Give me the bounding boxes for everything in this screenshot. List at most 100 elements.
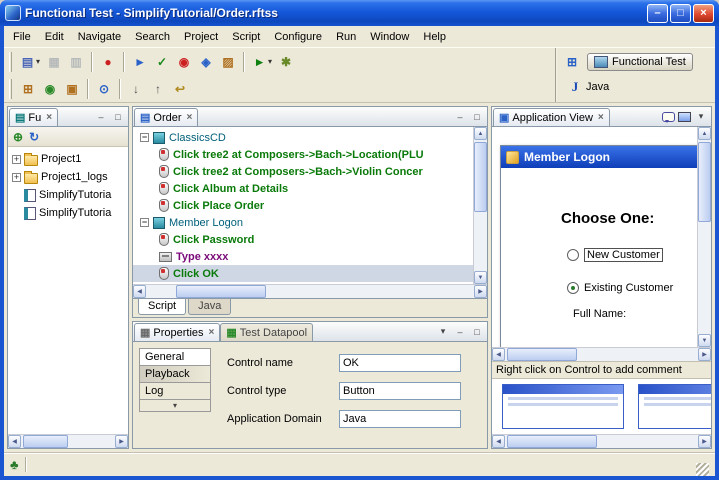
side-tab-playback[interactable]: Playback (139, 365, 211, 383)
menu-run[interactable]: Run (329, 28, 363, 46)
close-tab-icon[interactable]: × (187, 112, 193, 123)
tree-item-project1-logs[interactable]: + Project1_logs (10, 168, 126, 186)
scrollbar-thumb[interactable] (698, 142, 711, 222)
menu-search[interactable]: Search (128, 28, 177, 46)
script-statement[interactable]: Click Password (133, 231, 473, 248)
search-button[interactable]: ⊙ (93, 78, 115, 100)
new-script-wizard-button[interactable]: ▤▾ (17, 51, 43, 73)
tree-item-simplifytutorial[interactable]: SimplifyTutoria (10, 186, 126, 204)
open-perspective-button[interactable]: ⊞ (561, 51, 583, 73)
menu-configure[interactable]: Configure (267, 28, 329, 46)
script-statement[interactable]: Type xxxx (133, 248, 473, 265)
control-type-input[interactable] (339, 382, 461, 400)
functional-test-perspective-button[interactable]: Functional Test (587, 53, 693, 71)
expander-icon[interactable]: + (12, 173, 21, 182)
application-domain-input[interactable] (339, 410, 461, 428)
previous-annotation-button[interactable]: ↑ (147, 78, 169, 100)
snapshot-vertical-scrollbar[interactable]: ▲ ▼ (697, 127, 711, 347)
scroll-down-button[interactable]: ▼ (698, 334, 711, 347)
java-perspective-button[interactable]: J Java (561, 76, 616, 98)
collapse-icon[interactable]: − (140, 133, 149, 142)
tab-test-datapool[interactable]: ▦ Test Datapool (220, 323, 313, 341)
close-tab-icon[interactable]: × (46, 112, 52, 123)
scroll-up-button[interactable]: ▲ (474, 127, 487, 140)
tree-item-project1[interactable]: + Project1 (10, 150, 126, 168)
menu-script[interactable]: Script (225, 28, 267, 46)
side-tab-general[interactable]: General (139, 348, 211, 366)
view-menu-icon[interactable]: ▾ (436, 325, 450, 339)
collapse-icon[interactable]: − (140, 218, 149, 227)
insert-recording-button[interactable]: ◉ (173, 51, 195, 73)
run-script-button[interactable]: ►▾ (249, 51, 275, 73)
status-tray-icon[interactable]: ♣ (10, 457, 19, 472)
scrollbar-thumb[interactable] (474, 142, 487, 212)
scrollbar-thumb[interactable] (23, 435, 68, 448)
open-object-map-button[interactable]: ◈ (195, 51, 217, 73)
connect-project-icon[interactable]: ⊕ (13, 130, 23, 144)
print-button[interactable]: ▥ (65, 51, 87, 73)
projects-horizontal-scrollbar[interactable]: ◀ ▶ (8, 434, 128, 448)
application-snapshot-thumbnail[interactable] (638, 384, 711, 429)
remote-monitor-icon[interactable] (678, 112, 691, 122)
minimize-view-button[interactable]: – (453, 325, 467, 339)
script-statement[interactable]: Click Place Order (133, 197, 473, 214)
script-statement[interactable]: Click tree2 at Composers->Bach->Location… (133, 146, 473, 163)
record-script-button[interactable]: ● (97, 51, 119, 73)
scroll-left-button[interactable]: ◀ (492, 348, 505, 361)
save-button[interactable]: ▦ (43, 51, 65, 73)
refresh-icon[interactable]: ↻ (29, 130, 39, 144)
maximize-view-button[interactable]: □ (111, 110, 125, 124)
scrollbar-thumb[interactable] (507, 435, 597, 448)
datapool-button[interactable]: ▨ (217, 51, 239, 73)
existing-customer-option[interactable]: Existing Customer (567, 282, 673, 294)
editor-horizontal-scrollbar[interactable]: ◀ ▶ (133, 284, 487, 298)
tab-order-script[interactable]: ▤ Order × (134, 108, 198, 126)
minimize-view-button[interactable]: – (94, 110, 108, 124)
scrollbar-thumb[interactable] (507, 348, 577, 361)
tab-application-view[interactable]: ▣ Application View × (493, 108, 610, 126)
script-statement[interactable]: Click tree2 at Composers->Bach->Violin C… (133, 163, 473, 180)
tab-script-view[interactable]: Script (138, 299, 186, 315)
new-customer-radio[interactable] (567, 249, 579, 261)
tab-java-view[interactable]: Java (188, 299, 231, 315)
minimize-button[interactable]: – (647, 4, 668, 23)
window-resize-grip[interactable] (696, 463, 709, 476)
snapshot-horizontal-scrollbar[interactable]: ◀ ▶ (492, 347, 711, 361)
existing-customer-radio[interactable] (567, 282, 579, 294)
toolbar-grip[interactable] (9, 79, 12, 99)
menu-project[interactable]: Project (177, 28, 225, 46)
script-group-classicscd[interactable]: − ClassicsCD (133, 129, 473, 146)
menu-file[interactable]: File (6, 28, 38, 46)
scroll-left-button[interactable]: ◀ (8, 435, 21, 448)
add-comment-icon[interactable] (662, 112, 675, 122)
debug-script-button[interactable]: ✱ (275, 51, 297, 73)
tab-properties[interactable]: ▦ Properties × (134, 323, 220, 341)
thumbnail-horizontal-scrollbar[interactable]: ◀ ▶ (492, 434, 711, 448)
next-annotation-button[interactable]: ↓ (125, 78, 147, 100)
scroll-down-button[interactable]: ▼ (474, 271, 487, 284)
start-application-button[interactable]: ► (129, 51, 151, 73)
toolbar-grip[interactable] (9, 52, 12, 72)
application-snapshot-thumbnail[interactable] (502, 384, 624, 429)
side-tabs-overflow-icon[interactable]: ▾ (139, 399, 211, 412)
menu-help[interactable]: Help (416, 28, 453, 46)
side-tab-log[interactable]: Log (139, 382, 211, 400)
expander-icon[interactable]: + (12, 155, 21, 164)
application-snapshot[interactable]: Member Logon Choose One: New Customer Ex… (492, 127, 697, 347)
script-group-member-logon[interactable]: − Member Logon (133, 214, 473, 231)
minimize-view-button[interactable]: – (453, 110, 467, 124)
last-edit-location-button[interactable]: ↩ (169, 78, 191, 100)
menu-window[interactable]: Window (363, 28, 416, 46)
control-name-input[interactable] (339, 354, 461, 372)
scroll-right-button[interactable]: ▶ (474, 285, 487, 298)
maximize-view-button[interactable]: □ (470, 110, 484, 124)
new-package-button[interactable]: ▣ (61, 78, 83, 100)
maximize-view-button[interactable]: □ (470, 325, 484, 339)
scroll-right-button[interactable]: ▶ (698, 348, 711, 361)
scroll-left-button[interactable]: ◀ (133, 285, 146, 298)
tree-item-simplifytutorial-logs[interactable]: SimplifyTutoria (10, 204, 126, 222)
menu-navigate[interactable]: Navigate (71, 28, 128, 46)
insert-verification-point-button[interactable]: ✓ (151, 51, 173, 73)
scroll-right-button[interactable]: ▶ (115, 435, 128, 448)
script-statement-selected[interactable]: Click OK (133, 265, 473, 282)
